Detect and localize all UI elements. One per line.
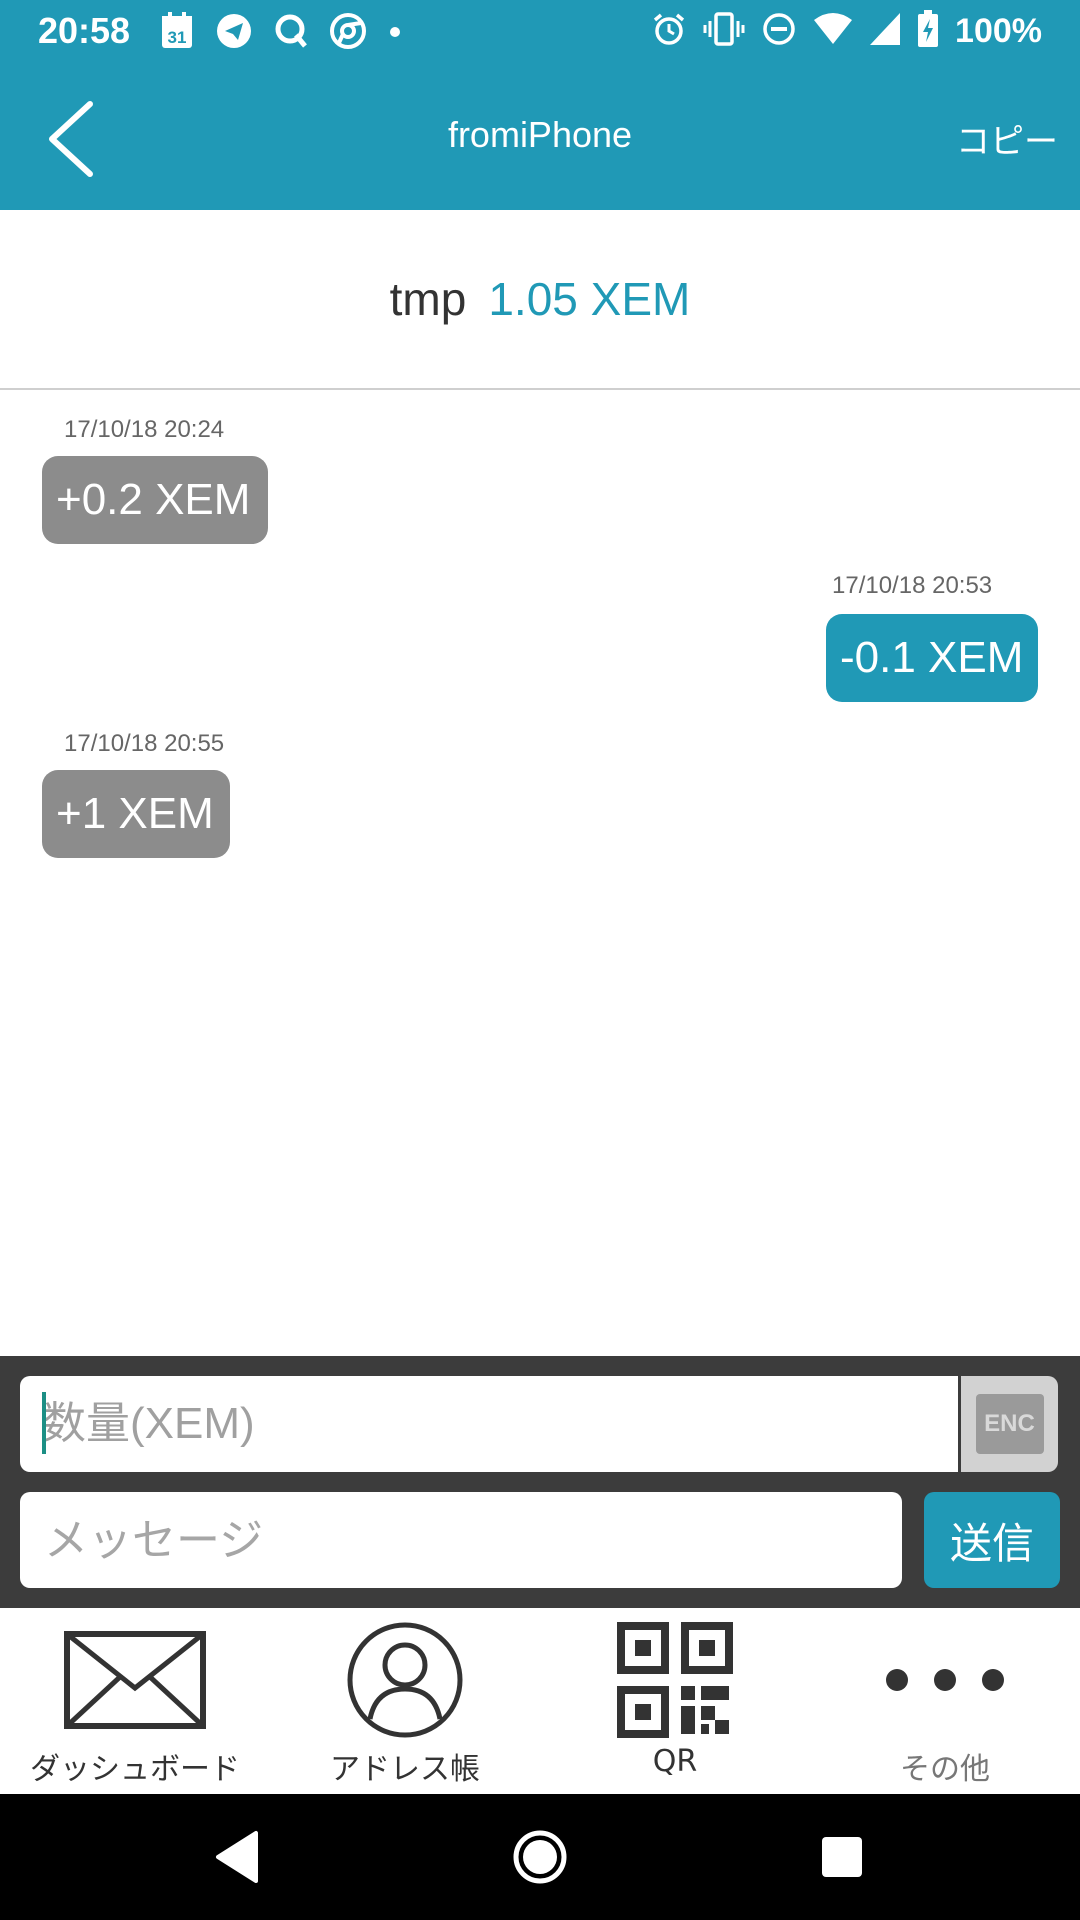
- triangle-back-icon: [216, 1831, 258, 1883]
- message-timestamp: 17/10/18 20:24: [64, 416, 225, 443]
- account-balance: 1.05 XEM: [488, 273, 691, 325]
- more-dots-icon: [810, 1618, 1080, 1742]
- status-right-icons: 100%: [651, 10, 1042, 52]
- account-name: tmp: [389, 273, 467, 325]
- qr-code-icon: [540, 1618, 810, 1742]
- text-cursor: [42, 1392, 46, 1454]
- nav-label: その他: [900, 1752, 990, 1787]
- message-bubble-incoming[interactable]: +1 XEM: [42, 770, 230, 858]
- telegram-icon: [216, 13, 252, 53]
- status-time: 20:58: [38, 10, 131, 51]
- nav-address-book[interactable]: アドレス帳: [270, 1608, 540, 1794]
- message-list[interactable]: 17/10/18 20:24 +0.2 XEM 17/10/18 20:53 -…: [0, 392, 1080, 1356]
- calendar-icon: 31: [160, 12, 194, 54]
- nav-label: QR: [652, 1744, 698, 1779]
- system-navigation-bar: [0, 1794, 1080, 1920]
- compose-bar: ENC 送信: [0, 1356, 1080, 1608]
- status-left-icons: 31: [160, 12, 402, 54]
- envelope-icon: [0, 1618, 270, 1742]
- status-bar: 20:58 31 100%: [0, 0, 1080, 66]
- encrypt-toggle[interactable]: ENC: [958, 1376, 1058, 1472]
- dot-icon: [388, 24, 402, 43]
- battery-percent: 100%: [955, 11, 1042, 50]
- nav-more[interactable]: その他: [810, 1608, 1080, 1794]
- message-bubble-outgoing[interactable]: -0.1 XEM: [826, 614, 1038, 702]
- calendar-day: 31: [168, 28, 187, 47]
- message-timestamp: 17/10/18 20:53: [832, 572, 993, 599]
- message-bubble-incoming[interactable]: +0.2 XEM: [42, 456, 268, 544]
- chrome-icon: [330, 13, 366, 53]
- system-back-button[interactable]: [208, 1827, 268, 1887]
- person-icon: [270, 1618, 540, 1742]
- nav-label: ダッシュボード: [30, 1752, 240, 1787]
- amount-input[interactable]: [20, 1376, 958, 1472]
- dnd-icon: [761, 11, 797, 51]
- system-recents-button[interactable]: [812, 1827, 872, 1887]
- nav-dashboard[interactable]: ダッシュボード: [0, 1608, 270, 1794]
- message-timestamp: 17/10/18 20:55: [64, 730, 225, 757]
- alarm-icon: [651, 11, 687, 51]
- vibrate-icon: [703, 11, 745, 51]
- wifi-icon: [813, 12, 853, 50]
- signal-icon: [869, 12, 901, 50]
- message-input[interactable]: [20, 1492, 902, 1588]
- nav-qr[interactable]: QR: [540, 1608, 810, 1794]
- square-recents-icon: [822, 1837, 862, 1877]
- circle-home-icon: [513, 1830, 567, 1884]
- page-title: fromiPhone: [447, 114, 633, 155]
- battery-charging-icon: [917, 10, 939, 52]
- nav-label: アドレス帳: [330, 1752, 480, 1787]
- balance-header: tmp 1.05 XEM: [0, 210, 1080, 390]
- copy-button[interactable]: コピー: [956, 114, 1058, 163]
- bottom-navigation: ダッシュボード アドレス帳 QR その他: [0, 1608, 1080, 1794]
- enc-label: ENC: [975, 1394, 1044, 1454]
- send-button[interactable]: 送信: [924, 1492, 1060, 1588]
- system-home-button[interactable]: [510, 1827, 570, 1887]
- search-q-icon: [274, 13, 308, 53]
- app-bar: fromiPhone コピー: [0, 66, 1080, 210]
